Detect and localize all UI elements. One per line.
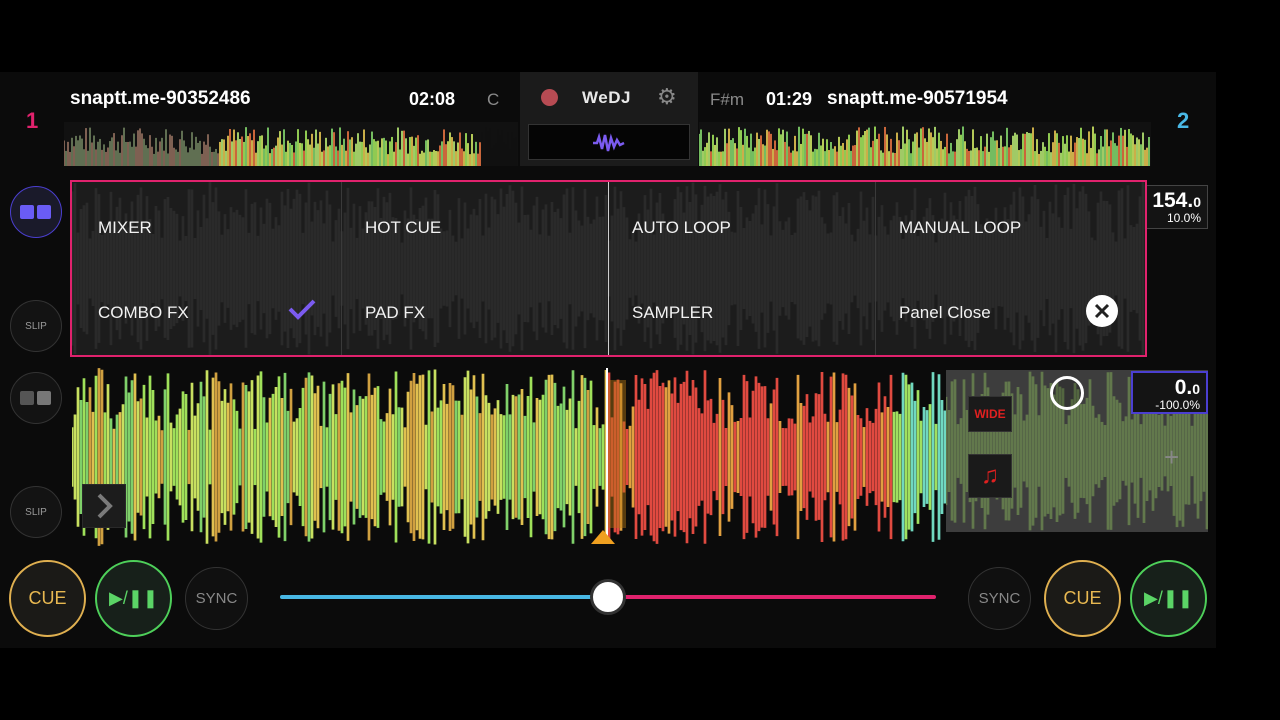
music-note-button[interactable]: ♫	[968, 454, 1012, 498]
sync-label: SYNC	[978, 590, 1021, 607]
deck-2-sync-button[interactable]: SYNC	[968, 567, 1031, 630]
pitch-percent: 10.0%	[1166, 211, 1201, 225]
expand-arrow-button[interactable]	[82, 484, 126, 528]
deck-1-play-pause-button[interactable]: ▶/❚❚	[95, 560, 172, 637]
beat-marker	[606, 380, 626, 528]
cue-marker-icon	[591, 530, 615, 544]
center-header: WeDJ ⚙	[520, 72, 698, 166]
wide-button[interactable]: WIDE	[968, 396, 1012, 432]
menu-item-combo-fx[interactable]: COMBO FX	[98, 303, 189, 323]
menu-item-hot-cue[interactable]: HOT CUE	[365, 218, 441, 238]
menu-item-manual-loop[interactable]: MANUAL LOOP	[899, 218, 1021, 238]
chevron-right-icon	[97, 493, 113, 519]
menu-divider-center	[608, 182, 609, 355]
deck-2-number: 2	[1177, 108, 1190, 133]
waveform-view-button[interactable]	[528, 124, 690, 160]
bpm-value: 154.	[1152, 189, 1194, 212]
deck-1-time: 02:08	[409, 89, 456, 109]
menu-divider	[341, 182, 342, 355]
plus-icon[interactable]: +	[1164, 444, 1179, 470]
cue-label: CUE	[28, 588, 67, 608]
cue-label: CUE	[1063, 588, 1102, 608]
deck-1-track-title[interactable]: snaptt.me-90352486	[70, 88, 251, 110]
menu-item-mixer[interactable]: MIXER	[98, 218, 152, 238]
deck-1-bpm-display[interactable]: 154.0 10.0%	[1144, 185, 1208, 229]
wide-label: WIDE	[974, 407, 1006, 421]
deck-2-cue-button[interactable]: CUE	[1044, 560, 1121, 637]
bpm-decimal: 0	[1192, 381, 1200, 397]
menu-item-sampler[interactable]: SAMPLER	[632, 303, 713, 323]
crossfader-right-track	[608, 595, 936, 599]
menu-divider	[875, 182, 876, 355]
close-icon[interactable]	[1086, 295, 1118, 327]
slip-label-top: SLIP	[25, 320, 47, 332]
layout-icon	[20, 391, 51, 405]
waveform-icon	[593, 132, 625, 152]
x-icon	[1094, 303, 1110, 319]
deck-2-track-title[interactable]: snaptt.me-90571954	[827, 88, 1008, 110]
music-note-icon: ♫	[981, 462, 999, 489]
panel-menu: MIXER HOT CUE AUTO LOOP MANUAL LOOP COMB…	[70, 180, 1147, 357]
slip-label-bottom: SLIP	[25, 506, 47, 518]
deck-1-key: C	[487, 90, 500, 109]
crossfader[interactable]	[280, 572, 936, 622]
deck-1-number: 1	[26, 108, 39, 133]
deck-2-bpm-display[interactable]: 0.0 -100.0%	[1131, 371, 1208, 414]
layout-toggle-button[interactable]	[10, 372, 62, 424]
pitch-percent: -100.0%	[1155, 398, 1200, 412]
settings-gear-icon[interactable]: ⚙	[657, 86, 677, 108]
bpm-decimal: 0	[1193, 194, 1201, 210]
deck-2-play-pause-button[interactable]: ▶/❚❚	[1130, 560, 1207, 637]
menu-item-pad-fx[interactable]: PAD FX	[365, 303, 425, 323]
crossfader-left-track	[280, 595, 608, 599]
bpm-value: 0.	[1174, 376, 1193, 399]
deck-2-time: 01:29	[766, 89, 813, 109]
panel-toggle-button[interactable]	[10, 186, 62, 238]
deck-2-overview-svg	[699, 126, 1150, 166]
record-button[interactable]	[541, 89, 558, 106]
main-waveform-svg	[70, 368, 947, 546]
menu-item-panel-close[interactable]: Panel Close	[899, 303, 991, 323]
main-waveform[interactable]	[70, 368, 947, 546]
play-pause-icon: ▶/❚❚	[1143, 588, 1193, 608]
deck-2-overview-waveform[interactable]	[699, 122, 1151, 166]
deck-1-overview-svg	[64, 127, 517, 166]
deck-1-overview-waveform[interactable]	[64, 122, 518, 166]
slip-button-top[interactable]: SLIP	[10, 300, 62, 352]
play-pause-icon: ▶/❚❚	[108, 588, 158, 608]
fx-pad-cursor[interactable]	[1050, 376, 1084, 410]
deck-1-cue-button[interactable]: CUE	[9, 560, 86, 637]
check-icon	[288, 299, 316, 320]
sync-label: SYNC	[195, 590, 238, 607]
panel-icon	[20, 205, 51, 219]
deck-2-key: F#m	[710, 90, 744, 109]
dj-app: 1 snaptt.me-90352486 02:08 C WeDJ ⚙ F#m …	[0, 72, 1216, 648]
playhead-line	[606, 368, 608, 544]
wedj-logo: WeDJ	[582, 88, 631, 107]
deck-1-sync-button[interactable]: SYNC	[185, 567, 248, 630]
menu-item-auto-loop[interactable]: AUTO LOOP	[632, 218, 731, 238]
slip-button-bottom[interactable]: SLIP	[10, 486, 62, 538]
crossfader-knob[interactable]	[590, 579, 626, 615]
